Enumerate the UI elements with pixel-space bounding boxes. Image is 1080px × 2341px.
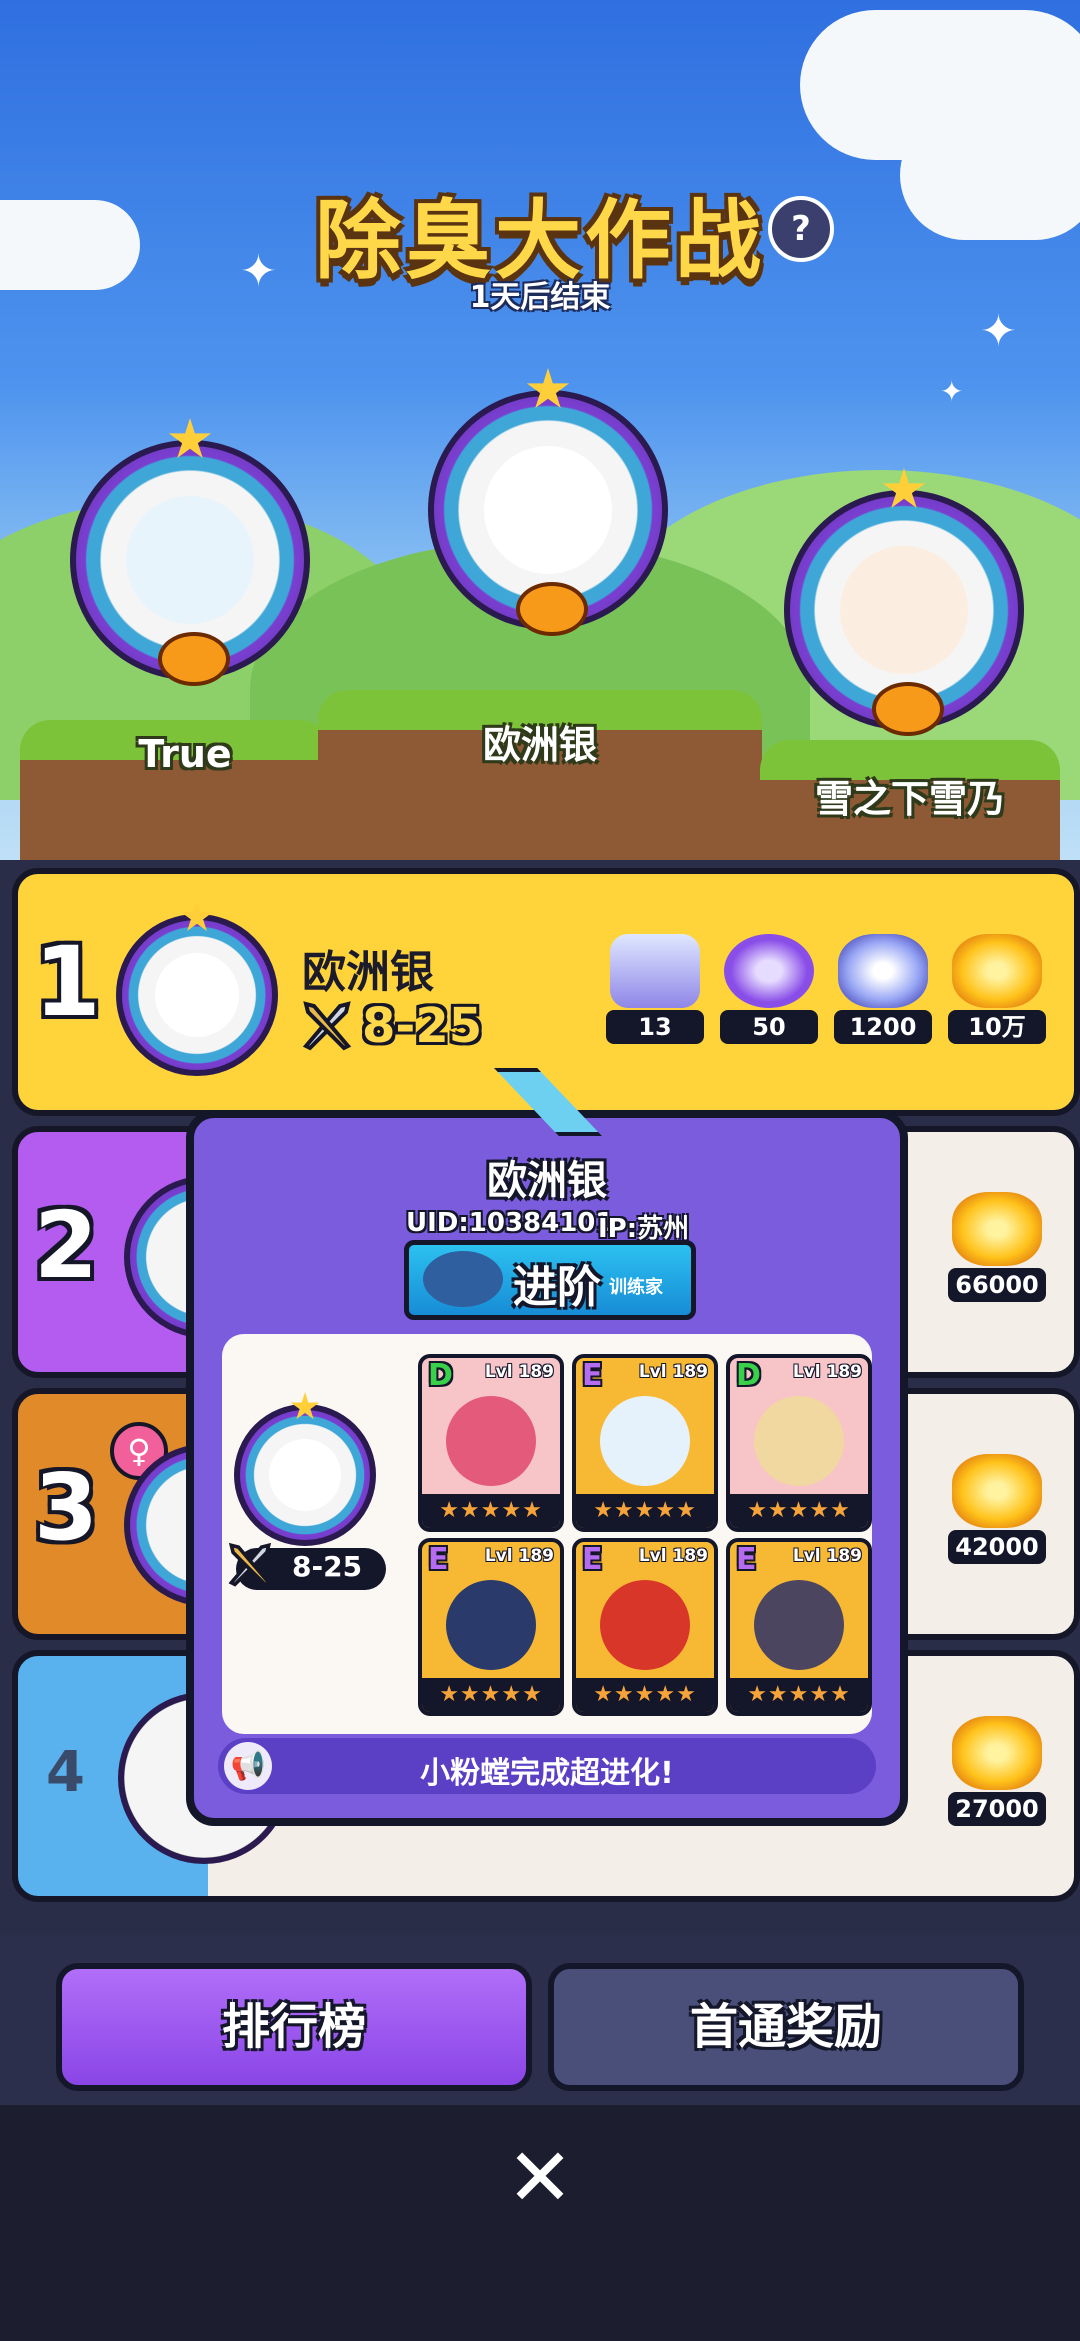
monster-card[interactable]: E Lvl 189 ★★★★★ [726, 1538, 872, 1716]
reward-count: 66000 [948, 1268, 1046, 1302]
card-grade: E [736, 1542, 757, 1577]
monster-card[interactable]: E Lvl 189 ★★★★★ [418, 1538, 564, 1716]
tab-first-clear-rewards[interactable]: 首通奖励 [548, 1963, 1024, 2091]
card-grade: E [582, 1542, 603, 1577]
reward-item[interactable]: 27000 [948, 1716, 1046, 1826]
podium-name-second: True [138, 732, 232, 776]
team-panel: 8-25 D Lvl 189 ★★★★★ E Lvl 189 ★★★★★ D L… [222, 1334, 872, 1734]
help-button[interactable]: ? [768, 196, 834, 262]
trainer-mascot-icon [423, 1251, 503, 1307]
player-name: 欧洲银 [302, 947, 434, 998]
card-stars: ★★★★★ [422, 1494, 560, 1528]
close-icon[interactable]: ✕ [500, 2138, 580, 2218]
reward-item[interactable]: 10万 [948, 934, 1046, 1044]
podium-avatar-third[interactable] [784, 468, 1024, 736]
avatar-face [155, 953, 239, 1037]
card-grade: D [736, 1358, 761, 1393]
card-stars: ★★★★★ [576, 1494, 714, 1528]
news-ticker: 📢 小粉螳完成超进化! [218, 1738, 876, 1794]
rank-subtitle: 训练家 [609, 1277, 663, 1298]
monster-portrait [754, 1580, 844, 1670]
medal-icon [872, 682, 944, 736]
medal-icon [158, 632, 230, 686]
card-level: Lvl 189 [792, 1362, 862, 1382]
monster-card[interactable]: E Lvl 189 ★★★★★ [572, 1354, 718, 1532]
card-grade: D [428, 1358, 453, 1393]
rank-number: 2 [34, 1192, 99, 1299]
monster-portrait [600, 1396, 690, 1486]
purple-capsule-icon [724, 934, 814, 1008]
card-stars: ★★★★★ [730, 1678, 868, 1712]
podium-avatar-second[interactable] [70, 418, 310, 686]
tab-bar: 排行榜 首通奖励 [0, 1935, 1080, 2105]
podium-name-third: 雪之下雪乃 [814, 777, 1005, 821]
card-level: Lvl 189 [638, 1362, 708, 1382]
gold-coins-icon [952, 1192, 1042, 1266]
monster-portrait [446, 1580, 536, 1670]
gold-coins-icon [952, 1454, 1042, 1528]
mystery-box-icon [610, 934, 700, 1008]
monster-portrait [600, 1580, 690, 1670]
reward-count: 10万 [948, 1010, 1046, 1044]
rank-number: 3 [34, 1454, 99, 1561]
card-level: Lvl 189 [484, 1546, 554, 1566]
reward-item[interactable]: 42000 [948, 1454, 1046, 1564]
star-icon [180, 900, 214, 931]
sword-icon [228, 1542, 272, 1587]
sparkle-icon: ✦ [940, 375, 964, 408]
trainer-rank-badge: 进阶 训练家 [404, 1240, 696, 1320]
podium-avatar-first[interactable] [428, 368, 668, 636]
reward-count: 42000 [948, 1530, 1046, 1564]
player-profile-popup[interactable]: 欧洲银 UID:10384101 IP:苏州 进阶 训练家 8-25 D Lvl… [186, 1068, 908, 1826]
card-stars: ★★★★★ [422, 1678, 560, 1712]
avatar-face [268, 1438, 342, 1512]
card-stars: ★★★★★ [576, 1678, 714, 1712]
monster-portrait [446, 1396, 536, 1486]
monster-portrait [754, 1396, 844, 1486]
star-icon [290, 1392, 320, 1420]
monster-card[interactable]: D Lvl 189 ★★★★★ [418, 1354, 564, 1532]
reward-count: 13 [606, 1010, 704, 1044]
reward-count: 1200 [834, 1010, 932, 1044]
card-level: Lvl 189 [638, 1546, 708, 1566]
popup-level: 8-25 [292, 1550, 363, 1583]
gold-coins-icon [952, 934, 1042, 1008]
avatar [484, 446, 612, 574]
rank-number: 4 [46, 1740, 85, 1805]
monster-card[interactable]: D Lvl 189 ★★★★★ [726, 1354, 872, 1532]
reward-item[interactable]: 66000 [948, 1192, 1046, 1302]
card-level: Lvl 189 [792, 1546, 862, 1566]
reward-count: 27000 [948, 1792, 1046, 1826]
gold-coins-icon [952, 1716, 1042, 1790]
avatar [116, 900, 278, 1076]
card-level: Lvl 189 [484, 1362, 554, 1382]
avatar [126, 496, 254, 624]
event-countdown: 1天后结束 [469, 280, 611, 315]
podium-name-first: 欧洲银 [482, 723, 597, 767]
monster-card[interactable]: E Lvl 189 ★★★★★ [572, 1538, 718, 1716]
reward-count: 50 [720, 1010, 818, 1044]
tab-leaderboard[interactable]: 排行榜 [56, 1963, 532, 2091]
blue-gem-icon [838, 934, 928, 1008]
reward-item[interactable]: 1200 [834, 934, 932, 1044]
reward-item[interactable]: 50 [720, 934, 818, 1044]
sparkle-icon: ✦ [980, 306, 1017, 357]
card-grade: E [428, 1542, 449, 1577]
avatar [840, 546, 968, 674]
medal-icon [516, 582, 588, 636]
popup-player-name: 欧洲银 [487, 1158, 607, 1204]
reward-item[interactable]: 13 [606, 934, 704, 1044]
player-level: 8-25 [362, 998, 483, 1054]
rank-number: 1 [34, 926, 101, 1038]
rank-title: 进阶 [513, 1262, 601, 1313]
sword-icon [302, 1001, 352, 1051]
card-stars: ★★★★★ [730, 1494, 868, 1528]
player-uid: UID:10384101 [406, 1208, 614, 1238]
news-text: 小粉螳完成超进化! [420, 1756, 674, 1791]
card-grade: E [582, 1358, 603, 1393]
popup-avatar [234, 1392, 376, 1546]
